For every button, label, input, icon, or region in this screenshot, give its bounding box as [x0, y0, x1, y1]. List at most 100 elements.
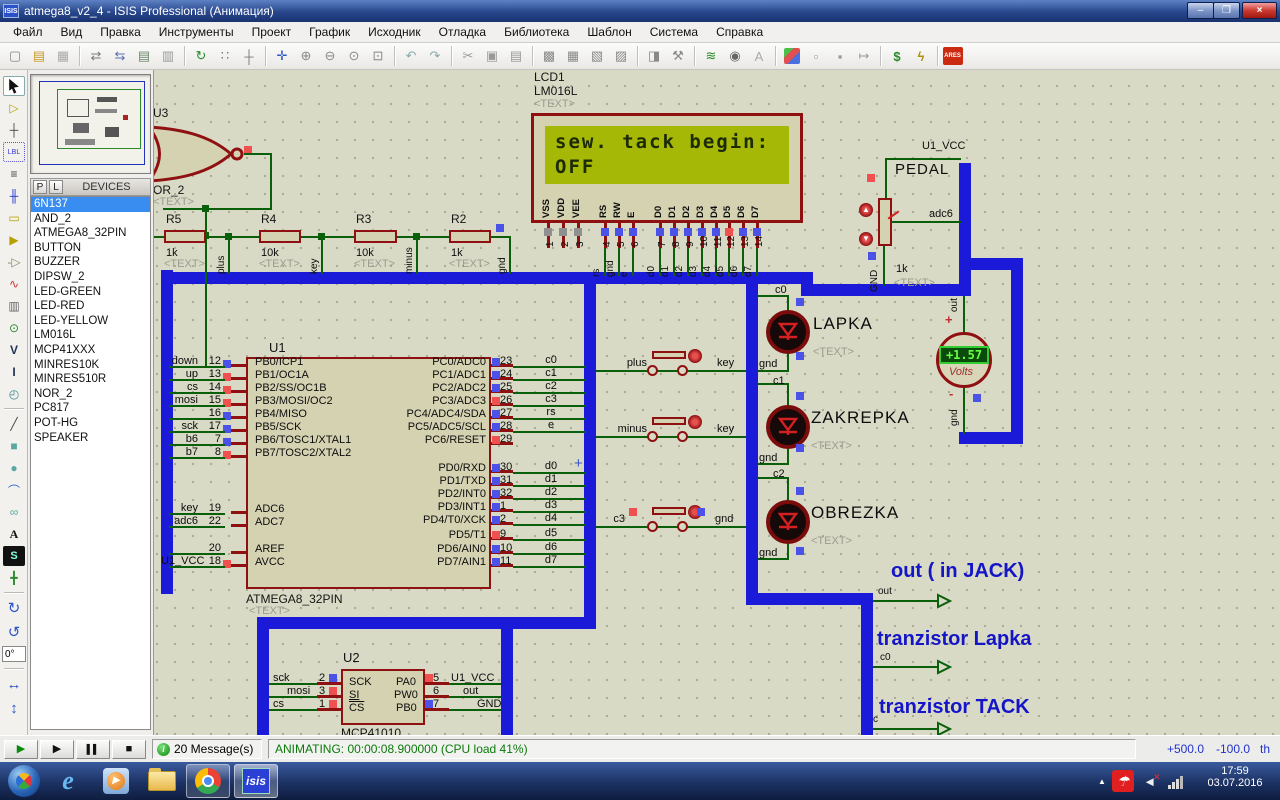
block-copy-icon[interactable]: ▩	[538, 45, 561, 67]
bus[interactable]	[959, 163, 971, 296]
mark-output-area-icon[interactable]: ▥	[157, 45, 180, 67]
new-sheet-icon[interactable]: ▫	[805, 45, 828, 67]
undo-icon[interactable]: ↶	[400, 45, 423, 67]
button-actuator[interactable]	[688, 349, 702, 363]
wire[interactable]	[632, 248, 634, 276]
make-device-icon[interactable]: ⚒	[667, 45, 690, 67]
wire-autorouter-icon[interactable]: ≋	[700, 45, 723, 67]
u1-pin[interactable]: b7 8 PB7/TOSC2/XTAL2	[161, 446, 491, 460]
2d-line-icon[interactable]: ╱	[3, 414, 25, 434]
wire[interactable]	[163, 208, 272, 210]
pick-button[interactable]: P	[33, 180, 47, 194]
2d-marker-icon[interactable]: ╋	[3, 568, 25, 588]
wire-label-icon[interactable]: LBL	[3, 142, 25, 162]
save-design-icon[interactable]: ▦	[52, 45, 75, 67]
led-lapka[interactable]	[766, 310, 810, 354]
library-button[interactable]: L	[49, 180, 63, 194]
output-terminal[interactable]	[929, 721, 953, 735]
bus[interactable]	[257, 617, 269, 735]
device-item[interactable]: LED-YELLOW	[31, 314, 150, 329]
stop-button[interactable]: ■	[112, 740, 146, 759]
internet-explorer-icon[interactable]: e	[46, 764, 90, 798]
paste-icon[interactable]: ▤	[505, 45, 528, 67]
show-hidden-icons[interactable]: ▲	[1092, 762, 1112, 800]
copy-icon[interactable]: ▣	[481, 45, 504, 67]
pick-parts-icon[interactable]: ◨	[643, 45, 666, 67]
device-item[interactable]: 6N137	[31, 197, 150, 212]
new-design-icon[interactable]: ▢	[4, 45, 27, 67]
device-pin-icon[interactable]: -▷	[3, 252, 25, 272]
pot-decrease-button[interactable]: ▼	[859, 232, 873, 246]
2d-text-icon[interactable]: A	[3, 524, 25, 544]
graph-mode-icon[interactable]: ∿	[3, 274, 25, 294]
message-panel[interactable]: i 20 Message(s)	[152, 739, 262, 759]
resistor[interactable]	[164, 230, 206, 243]
flip-vertical-icon[interactable]: ↕	[3, 698, 25, 718]
voltage-probe-icon[interactable]: V	[3, 340, 25, 360]
bus[interactable]	[959, 432, 1023, 444]
maximize-button[interactable]: ❐	[1213, 2, 1240, 19]
bus[interactable]	[746, 593, 873, 605]
wire[interactable]	[883, 246, 885, 286]
schematic-overview[interactable]	[30, 74, 151, 174]
terminal-mode-icon[interactable]: ▶	[3, 230, 25, 250]
component-mode-icon[interactable]: ▷	[3, 98, 25, 118]
device-item[interactable]: PC817	[31, 401, 150, 416]
wire[interactable]	[787, 477, 789, 500]
wire[interactable]	[596, 370, 746, 372]
resistor[interactable]	[449, 230, 491, 243]
bus[interactable]	[501, 617, 513, 735]
wire[interactable]	[509, 238, 511, 274]
redo-icon[interactable]: ↷	[424, 45, 447, 67]
wire[interactable]	[596, 526, 746, 528]
bus[interactable]	[861, 593, 873, 735]
rotation-angle-field[interactable]	[2, 646, 26, 662]
pause-button[interactable]: ▌▌	[76, 740, 110, 759]
menu-view[interactable]: Вид	[52, 23, 92, 41]
open-design-icon[interactable]: ▤	[28, 45, 51, 67]
lcd-pin[interactable]: 1	[541, 222, 557, 278]
subcircuit-icon[interactable]: ▭	[3, 208, 25, 228]
button-actuator[interactable]	[688, 415, 702, 429]
device-item[interactable]: DIPSW_2	[31, 270, 150, 285]
wire[interactable]	[873, 728, 931, 730]
rotate-cw-icon[interactable]: ↻	[3, 598, 25, 618]
selection-mode-icon[interactable]	[3, 76, 25, 96]
resistor[interactable]	[354, 230, 397, 243]
output-terminal[interactable]	[929, 593, 953, 609]
minimize-button[interactable]: –	[1187, 2, 1214, 19]
junction-dot-icon[interactable]: ┼	[3, 120, 25, 140]
block-delete-icon[interactable]: ▨	[610, 45, 633, 67]
virtual-instrument-icon[interactable]: ◴	[3, 384, 25, 404]
netlist-to-ares-icon[interactable]: ARES	[942, 47, 963, 65]
play-button[interactable]: ▶	[4, 740, 38, 759]
device-item[interactable]: NOR_2	[31, 387, 150, 402]
wire[interactable]	[270, 153, 272, 210]
text-script-icon[interactable]: ≡	[3, 164, 25, 184]
toggle-grid-icon[interactable]: ∷	[214, 45, 237, 67]
toggle-origin-icon[interactable]: ┼	[238, 45, 261, 67]
media-player-icon[interactable]: ▶	[94, 764, 138, 798]
pan-icon[interactable]: ✛	[271, 45, 294, 67]
menu-tools[interactable]: Инструменты	[150, 23, 243, 41]
device-item[interactable]: BUTTON	[31, 241, 150, 256]
device-item[interactable]: ATMEGA8_32PIN	[31, 226, 150, 241]
wire[interactable]	[416, 238, 418, 274]
push-button[interactable]	[652, 351, 686, 359]
schematic-canvas[interactable]: U3 OR_2 <TEXT> R5 R4 R3 R2 1k 10k 10k 1k…	[153, 70, 1280, 735]
wire[interactable]	[891, 221, 961, 223]
goto-sheet-icon[interactable]: ↦	[853, 45, 876, 67]
lcd-pin[interactable]: 3	[571, 222, 587, 278]
led-zakrepka[interactable]	[766, 405, 810, 449]
device-item[interactable]: MINRES510R	[31, 372, 150, 387]
volume-muted-icon[interactable]: ◄ ✕	[1140, 762, 1164, 800]
wire[interactable]	[963, 296, 965, 334]
wire[interactable]	[596, 436, 746, 438]
menu-design[interactable]: Проект	[243, 23, 301, 41]
redraw-icon[interactable]: ↻	[190, 45, 213, 67]
2d-path-icon[interactable]: ∞	[3, 502, 25, 522]
bill-of-materials-icon[interactable]: $	[886, 45, 909, 67]
block-move-icon[interactable]: ▦	[562, 45, 585, 67]
2d-arc-icon[interactable]: ⌒	[3, 480, 25, 500]
wire[interactable]	[787, 383, 789, 405]
